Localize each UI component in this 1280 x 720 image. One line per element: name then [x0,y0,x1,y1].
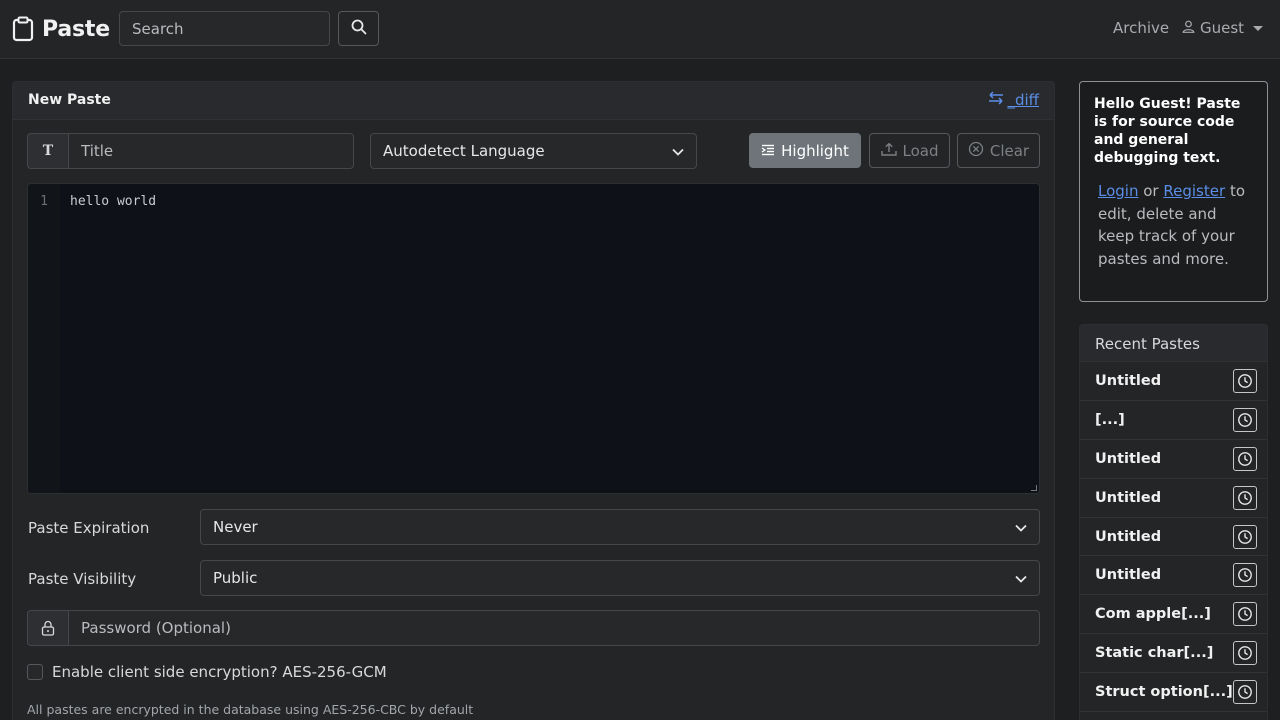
clock-icon[interactable] [1233,680,1257,705]
clock-icon[interactable] [1233,485,1257,510]
code-content[interactable]: hello world [70,194,156,209]
text-type-icon: T [27,133,68,169]
recent-paste-item[interactable]: Untitled [1080,478,1267,518]
title-field-group: T [27,133,354,169]
password-field-group [27,610,1040,646]
chevron-down-icon [1015,518,1027,536]
load-label: Load [902,141,939,160]
user-menu[interactable]: Guest [1182,19,1264,37]
clear-label: Clear [989,141,1030,160]
recent-paste-title[interactable]: Untitled [1095,529,1161,545]
indent-icon [761,142,775,160]
recent-paste-title[interactable]: [...] [1095,412,1125,428]
card-header: New Paste _diff [13,82,1054,120]
recent-paste-title[interactable]: Struct option[...] [1095,684,1233,700]
clock-icon[interactable] [1233,368,1257,393]
close-circle-icon [968,141,984,161]
recent-paste-item[interactable]: Untitled [1080,439,1267,479]
visibility-label: Paste Visibility [28,570,137,588]
register-link[interactable]: Register [1163,182,1225,200]
search-button[interactable] [338,11,379,46]
recent-paste-item[interactable]: Com apple[...] [1080,595,1267,635]
diff-link[interactable]: _diff [987,91,1039,109]
top-navbar: Paste Archive Guest [0,0,1280,59]
clock-icon[interactable] [1233,446,1257,471]
code-editor[interactable]: 1 hello world [27,183,1040,494]
recent-paste-item[interactable]: Untitled [1080,517,1267,557]
encryption-label[interactable]: Enable client side encryption? AES-256-G… [52,663,387,681]
new-paste-card: New Paste _diff T Autodetect Language [12,81,1055,720]
recent-paste-title[interactable]: Untitled [1095,490,1161,506]
clock-icon[interactable] [1233,407,1257,432]
info-text: Login or Register to edit, delete and ke… [1094,180,1253,270]
expiration-label: Paste Expiration [28,519,150,537]
clock-icon[interactable] [1233,641,1257,666]
resize-handle[interactable] [1031,485,1037,491]
recent-paste-title[interactable]: Untitled [1095,451,1161,467]
password-input[interactable] [68,610,1040,646]
language-select[interactable]: Autodetect Language [370,133,697,169]
recent-pastes-list: Untitled [...] Untitled Untitled Untitled Unt… [1080,362,1267,713]
lock-icon [27,610,68,646]
recent-paste-item[interactable]: Untitled [1080,556,1267,596]
recent-pastes-title: Recent Pastes [1080,325,1267,362]
user-icon [1182,19,1195,37]
expiration-value: Never [213,518,258,536]
recent-paste-item[interactable]: [...] [1080,400,1267,440]
clock-icon[interactable] [1233,563,1257,588]
card-title: New Paste [28,92,111,108]
swap-arrows-icon [987,91,1005,109]
recent-pastes-card: Recent Pastes Untitled [...] Untitled Untit… [1079,324,1268,720]
brand-logo[interactable]: Paste [12,14,110,44]
recent-paste-title[interactable]: Static char[...] [1095,645,1213,661]
info-heading: Hello Guest! Paste is for source code an… [1094,96,1241,166]
search-input[interactable] [119,11,330,46]
upload-icon [880,142,897,160]
language-value: Autodetect Language [383,142,545,160]
search-icon [351,19,367,39]
brand-name: Paste [42,16,110,42]
line-number: 1 [40,194,48,209]
clipboard-icon [12,16,34,42]
visibility-select[interactable]: Public [200,560,1040,596]
clear-button[interactable]: Clear [957,133,1040,168]
encryption-checkbox[interactable] [27,664,43,680]
recent-paste-item[interactable]: Untitled [1080,362,1267,401]
expiration-select[interactable]: Never [200,509,1040,545]
recent-paste-title[interactable]: Untitled [1095,567,1161,583]
guest-info-card: Hello Guest! Paste is for source code an… [1079,81,1268,302]
highlight-button[interactable]: Highlight [749,133,861,168]
load-button[interactable]: Load [869,133,950,168]
recent-paste-item[interactable]: Struct option[...] [1080,673,1267,713]
encryption-note: All pastes are encrypted in the database… [27,702,474,717]
login-link[interactable]: Login [1098,182,1138,200]
clock-icon[interactable] [1233,524,1257,549]
line-gutter [28,184,60,493]
visibility-value: Public [213,569,258,587]
diff-label: _diff [1007,91,1039,109]
chevron-down-icon [1015,569,1027,587]
recent-paste-item[interactable]: Static char[...] [1080,634,1267,674]
title-input[interactable] [68,133,354,169]
or-text: or [1143,182,1159,200]
recent-paste-title[interactable]: Com apple[...] [1095,606,1211,622]
caret-down-icon [1253,25,1264,31]
encryption-option: Enable client side encryption? AES-256-G… [27,663,387,681]
clock-icon[interactable] [1233,602,1257,627]
chevron-down-icon [672,142,684,160]
highlight-label: Highlight [781,141,849,160]
user-name: Guest [1200,19,1245,37]
recent-paste-title[interactable]: Untitled [1095,373,1161,389]
archive-link[interactable]: Archive [1113,19,1169,37]
